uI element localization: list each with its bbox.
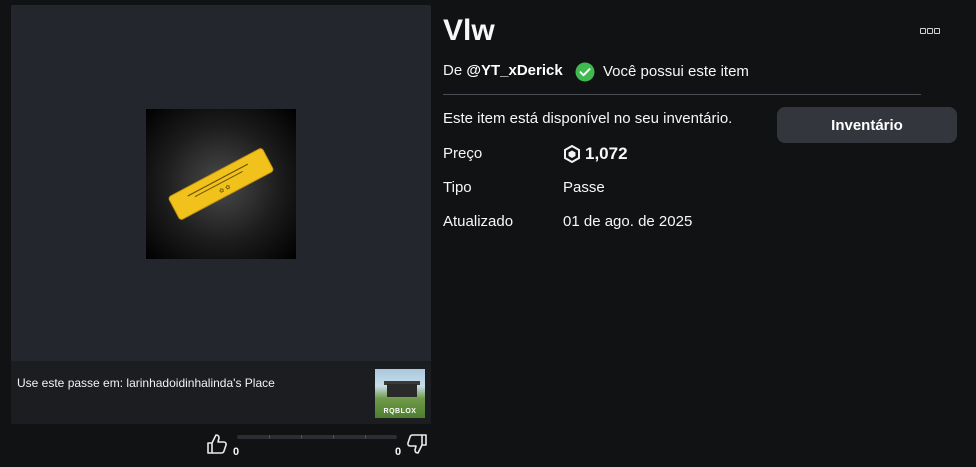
item-thumbnail: ✿ ✿ bbox=[146, 109, 296, 259]
place-thumbnail[interactable]: RQBLOX bbox=[375, 369, 425, 418]
thumbs-up-icon[interactable] bbox=[205, 432, 229, 456]
more-options-icon[interactable] bbox=[918, 24, 942, 38]
thumbs-down-icon[interactable] bbox=[405, 432, 429, 456]
owned-text: Você possui este item bbox=[603, 63, 749, 80]
by-prefix: De bbox=[443, 62, 463, 79]
item-title: Vlw bbox=[443, 14, 495, 47]
place-name[interactable]: larinhadoidinhalinda's Place bbox=[126, 376, 274, 390]
price-value: 1,072 bbox=[585, 144, 628, 163]
updated-label: Atualizado bbox=[443, 213, 514, 230]
creator-row: De @YT_xDerick bbox=[443, 62, 563, 79]
item-preview-panel: ✿ ✿ Use este passe em: larinhadoidinhali… bbox=[11, 5, 431, 424]
place-link[interactable]: Use este passe em: larinhadoidinhalinda'… bbox=[17, 376, 275, 390]
type-value: Passe bbox=[563, 179, 605, 196]
header-divider bbox=[443, 94, 921, 95]
vote-ratio-bar bbox=[237, 435, 397, 439]
inventory-button[interactable]: Inventário bbox=[777, 107, 957, 143]
upvote-count: 0 bbox=[233, 446, 240, 458]
owned-check-icon bbox=[575, 62, 595, 82]
available-text: Este item está disponível no seu inventá… bbox=[443, 110, 733, 127]
vote-row: 0 0 bbox=[205, 432, 431, 462]
downvote-count: 0 bbox=[395, 446, 402, 458]
gamepass-ticket-image: ✿ ✿ bbox=[168, 148, 274, 220]
type-label: Tipo bbox=[443, 179, 472, 196]
place-bar: Use este passe em: larinhadoidinhalinda'… bbox=[11, 361, 431, 424]
place-prefix: Use este passe em: bbox=[17, 376, 124, 390]
place-brand-logo: RQBLOX bbox=[383, 408, 417, 415]
price-label: Preço bbox=[443, 145, 483, 162]
creator-link[interactable]: @YT_xDerick bbox=[466, 62, 562, 79]
updated-value: 01 de ago. de 2025 bbox=[563, 213, 693, 230]
robux-icon bbox=[564, 145, 580, 163]
place-house bbox=[387, 384, 417, 397]
